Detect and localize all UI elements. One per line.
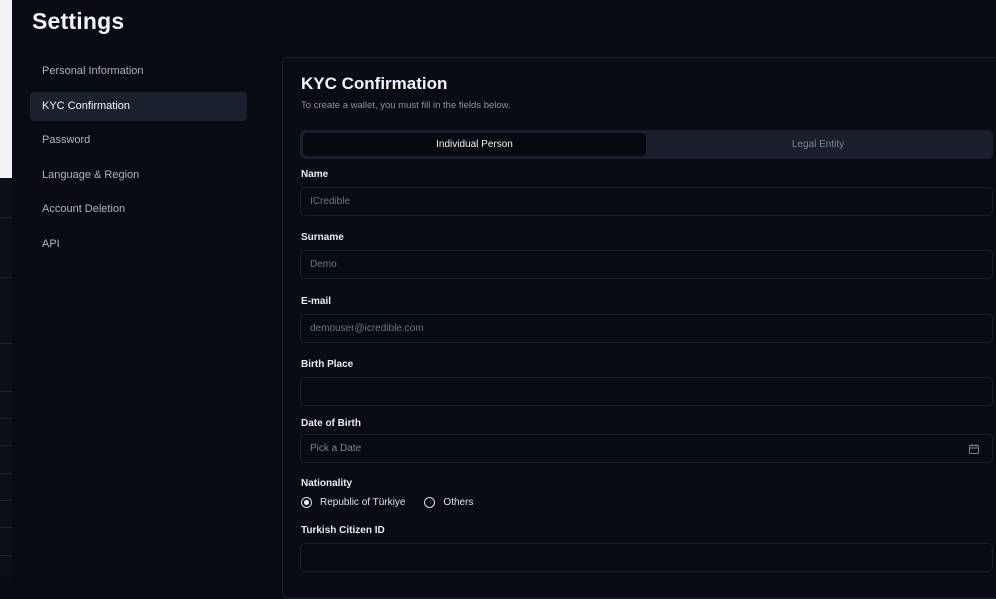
nationality-radio-group: Republic of Türkiye Others (301, 497, 492, 508)
background-divider (0, 473, 12, 474)
radio-label-others: Others (443, 497, 474, 508)
entity-type-tabs: Individual Person Legal Entity (300, 130, 993, 159)
settings-sidebar: Personal Information KYC Confirmation Pa… (30, 57, 247, 265)
tab-individual-person[interactable]: Individual Person (303, 133, 646, 156)
background-divider (0, 555, 12, 556)
birth-place-input[interactable] (300, 377, 993, 406)
settings-modal: Settings Personal Information KYC Confir… (12, 0, 996, 599)
date-of-birth-label: Date of Birth (301, 418, 361, 429)
sidebar-item-api[interactable]: API (30, 230, 247, 259)
sidebar-item-personal-information[interactable]: Personal Information (30, 57, 247, 86)
nationality-label: Nationality (301, 478, 353, 489)
surname-label: Surname (301, 232, 344, 243)
background-divider (0, 343, 12, 344)
email-label: E-mail (301, 296, 332, 307)
background-divider (0, 217, 12, 218)
calendar-icon (969, 443, 979, 454)
page-title: Settings (32, 8, 125, 34)
sidebar-item-language-region[interactable]: Language & Region (30, 161, 247, 190)
kyc-title: KYC Confirmation (301, 74, 448, 93)
background-page-edge (0, 0, 12, 578)
radio-label-turkiye: Republic of Türkiye (320, 497, 406, 508)
background-divider (0, 527, 12, 528)
background-divider (0, 277, 12, 278)
turkish-citizen-id-label: Turkish Citizen ID (301, 525, 385, 536)
surname-input[interactable] (300, 250, 993, 279)
background-page-light-region (0, 0, 12, 178)
date-of-birth-picker[interactable]: Pick a Date (300, 434, 993, 463)
sidebar-item-password[interactable]: Password (30, 126, 247, 155)
name-label: Name (301, 169, 329, 180)
tab-legal-entity[interactable]: Legal Entity (646, 133, 990, 156)
kyc-panel: KYC Confirmation To create a wallet, you… (282, 57, 996, 599)
sidebar-item-account-deletion[interactable]: Account Deletion (30, 195, 247, 224)
turkish-citizen-id-input[interactable] (300, 543, 993, 572)
background-divider (0, 418, 12, 419)
email-input[interactable] (300, 314, 993, 343)
background-divider (0, 500, 12, 501)
sidebar-item-kyc-confirmation[interactable]: KYC Confirmation (30, 91, 247, 121)
date-placeholder: Pick a Date (310, 443, 362, 454)
kyc-subtitle: To create a wallet, you must fill in the… (301, 100, 511, 111)
background-divider (0, 445, 12, 446)
radio-option-turkiye[interactable]: Republic of Türkiye (301, 497, 405, 508)
radio-checked-icon[interactable] (301, 497, 312, 508)
background-divider (0, 391, 12, 392)
name-input[interactable] (300, 187, 993, 216)
birth-place-label: Birth Place (301, 359, 354, 370)
radio-unchecked-icon[interactable] (424, 497, 436, 508)
radio-option-others[interactable]: Others (424, 497, 473, 508)
